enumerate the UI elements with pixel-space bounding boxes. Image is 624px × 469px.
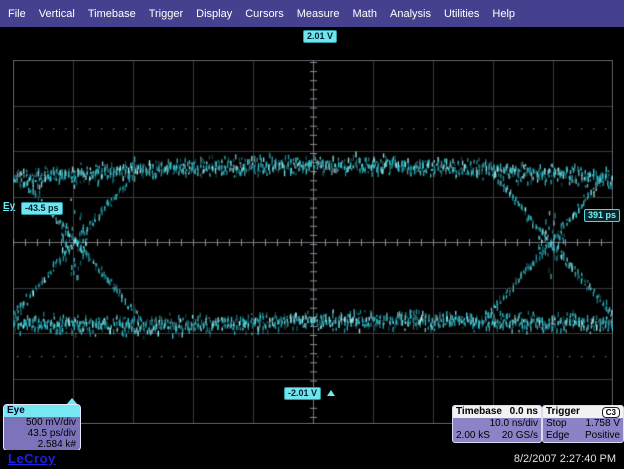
trigger-level: 1.758 V	[586, 418, 620, 430]
menu-analysis[interactable]: Analysis	[390, 8, 431, 20]
timebase-offset: 0.0 ns	[510, 406, 538, 418]
menu-utilities[interactable]: Utilities	[444, 8, 479, 20]
menu-measure[interactable]: Measure	[297, 8, 340, 20]
trigger-source-badge[interactable]: C3	[602, 407, 620, 418]
timebase-samples: 2.00 kS	[456, 430, 490, 442]
menu-math[interactable]: Math	[353, 8, 377, 20]
cursor-marker-bottom-icon[interactable]	[327, 390, 335, 396]
menu-file[interactable]: File	[8, 8, 26, 20]
menu-trigger[interactable]: Trigger	[149, 8, 183, 20]
trace-label-eye[interactable]: Ey	[3, 201, 15, 212]
trace-descriptor-title[interactable]: Eye	[4, 405, 80, 417]
cursor-badge-right-time[interactable]: 391 ps	[584, 209, 620, 222]
menu-display[interactable]: Display	[196, 8, 232, 20]
timestamp: 8/2/2007 2:27:40 PM	[514, 453, 616, 465]
waveform-canvas	[13, 60, 613, 424]
trigger-panel[interactable]: Trigger C3 Stop 1.758 V Edge Positive	[542, 405, 624, 443]
trace-descriptor-eye[interactable]: Eye 500 mV/div 43.5 ps/div 2.584 k#	[3, 404, 81, 451]
timebase-panel[interactable]: Timebase 0.0 ns 10.0 ns/div 2.00 kS 20 G…	[452, 405, 542, 443]
menu-vertical[interactable]: Vertical	[39, 8, 75, 20]
menu-cursors[interactable]: Cursors	[245, 8, 284, 20]
trigger-slope: Positive	[585, 430, 620, 442]
trigger-mode: Stop	[546, 418, 567, 430]
cursor-badge-bottom-voltage[interactable]: -2.01 V	[284, 387, 321, 400]
cursor-badge-left-time[interactable]: -43.5 ps	[21, 202, 63, 215]
lecroy-logo[interactable]: LeCroy	[8, 451, 56, 466]
trace-sweep-count: 2.584 k#	[4, 439, 80, 450]
cursor-badge-top-voltage[interactable]: 2.01 V	[303, 30, 337, 43]
trace-vertical-scale: 500 mV/div	[4, 417, 80, 428]
timebase-title: Timebase	[456, 406, 502, 418]
menu-timebase[interactable]: Timebase	[88, 8, 136, 20]
trigger-type: Edge	[546, 430, 569, 442]
trigger-title: Trigger	[546, 406, 580, 418]
menu-help[interactable]: Help	[492, 8, 515, 20]
timebase-scale: 10.0 ns/div	[490, 418, 538, 430]
menubar: File Vertical Timebase Trigger Display Cursor…	[0, 0, 624, 27]
timebase-rate: 20 GS/s	[502, 430, 538, 442]
trace-horizontal-scale: 43.5 ps/div	[4, 428, 80, 439]
status-bar: LeCroy 8/2/2007 2:27:40 PM	[0, 450, 624, 469]
graticule-area	[13, 60, 613, 424]
